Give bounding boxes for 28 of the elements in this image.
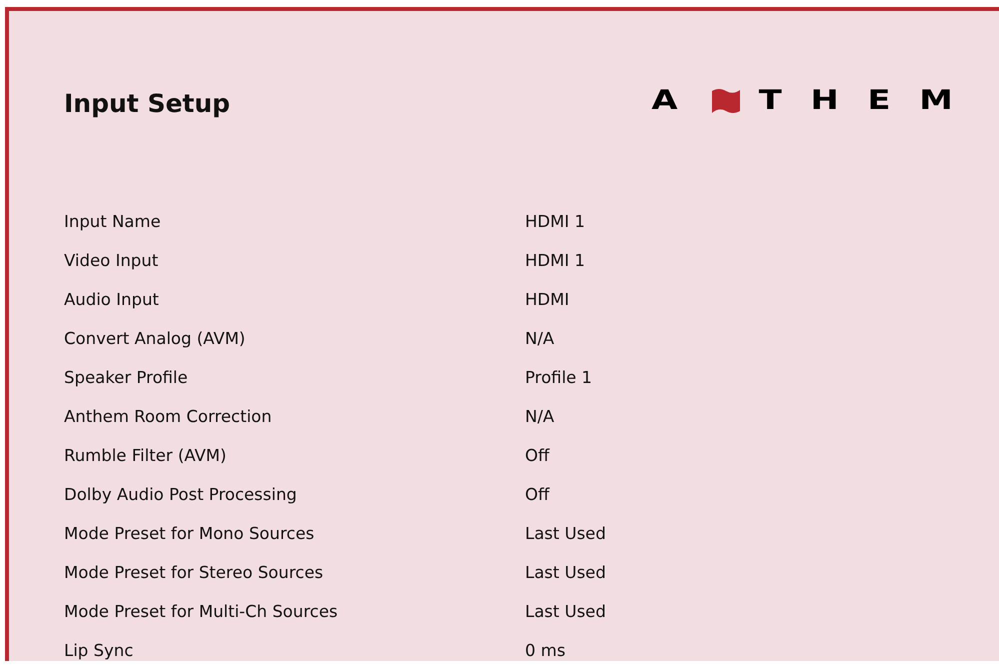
setting-value: N/A	[525, 407, 554, 428]
setting-label: Speaker Profile	[64, 368, 189, 389]
setting-value: Last Used	[525, 524, 606, 545]
setting-value: Last Used	[525, 563, 606, 584]
setting-value: HDMI 1	[525, 251, 585, 272]
setting-value: Last Used	[525, 602, 606, 623]
setting-value: HDMI	[525, 290, 570, 311]
setting-label: Mode Preset for Multi-Ch Sources	[64, 602, 339, 623]
setting-value: Off	[525, 485, 550, 506]
setting-label: Rumble Filter (AVM)	[64, 446, 228, 467]
setting-label: Convert Analog (AVM)	[64, 329, 246, 350]
setting-label: Input Name	[64, 212, 162, 233]
setting-value: N/A	[525, 329, 554, 350]
setting-value: Off	[525, 446, 550, 467]
page-title: Input Setup	[64, 89, 230, 119]
setting-label: Mode Preset for Stereo Sources	[64, 563, 324, 584]
setting-value: Profile 1	[525, 368, 592, 389]
logo-text: THEM	[758, 87, 982, 114]
setting-label: Mode Preset for Mono Sources	[64, 524, 316, 545]
logo-text: A	[651, 87, 706, 114]
setting-label: Lip Sync	[64, 641, 134, 661]
setting-label: Anthem Room Correction	[64, 407, 273, 428]
setting-label: Video Input	[64, 251, 160, 272]
flag-icon	[710, 87, 741, 114]
setting-label: Dolby Audio Post Processing	[64, 485, 298, 506]
setting-value: 0 ms	[525, 641, 566, 661]
setting-value: HDMI 1	[525, 212, 585, 233]
setting-label: Audio Input	[64, 290, 160, 311]
